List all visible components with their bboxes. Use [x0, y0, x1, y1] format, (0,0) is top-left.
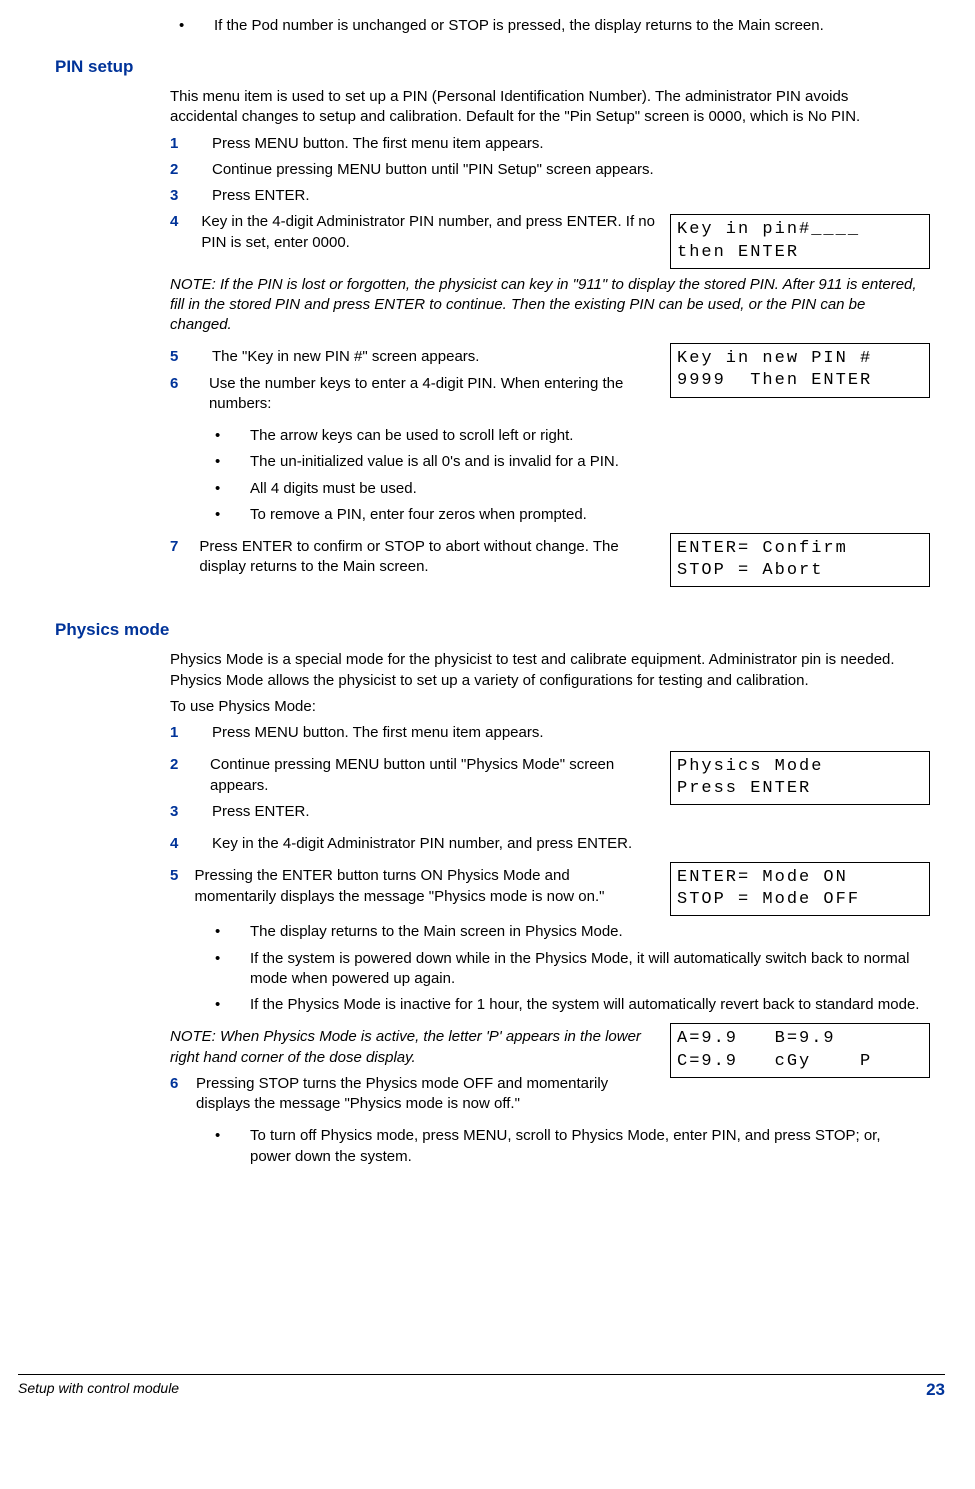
pin-setup-intro: This menu item is used to set up a PIN (…	[170, 87, 920, 128]
step-text: Press ENTER to confirm or STOP to abort …	[199, 537, 655, 578]
step-number: 6	[170, 374, 209, 415]
step-text: Use the number keys to enter a 4-digit P…	[209, 374, 655, 415]
bullet-text: The display returns to the Main screen i…	[250, 922, 920, 942]
step-number: 3	[170, 186, 212, 206]
physics-mode-intro2: To use Physics Mode:	[170, 697, 920, 717]
page-number: 23	[926, 1379, 945, 1402]
step-number: 2	[170, 755, 210, 796]
step-text: Press MENU button. The first menu item a…	[212, 134, 920, 154]
bullet-text: If the Physics Mode is inactive for 1 ho…	[250, 995, 920, 1015]
step-number: 2	[170, 160, 212, 180]
physics-mode-intro: Physics Mode is a special mode for the p…	[170, 650, 920, 691]
step-number: 5	[170, 866, 195, 907]
step-text: Press ENTER.	[212, 186, 920, 206]
step-number: 7	[170, 537, 199, 578]
footer-section: Setup with control module	[18, 1379, 179, 1402]
pin-setup-title: PIN setup	[55, 56, 920, 79]
step-text: Key in the 4-digit Administrator PIN num…	[212, 834, 920, 854]
step-number: 6	[170, 1074, 196, 1115]
step-text: Press MENU button. The first menu item a…	[212, 723, 920, 743]
bullet-text: To turn off Physics mode, press MENU, sc…	[250, 1126, 920, 1167]
top-bullet: If the Pod number is unchanged or STOP i…	[214, 16, 920, 36]
bullet-text: If the system is powered down while in t…	[250, 949, 920, 990]
step-text: Continue pressing MENU button until "Phy…	[210, 755, 655, 796]
note-text: NOTE: If the PIN is lost or forgotten, t…	[170, 275, 920, 336]
physics-mode-title: Physics mode	[55, 619, 920, 642]
step-text: Pressing the ENTER button turns ON Physi…	[195, 866, 656, 907]
bullet-text: All 4 digits must be used.	[250, 479, 920, 499]
bullet-text: The arrow keys can be used to scroll lef…	[250, 426, 920, 446]
step-text: Key in the 4-digit Administrator PIN num…	[201, 212, 655, 253]
note-text: NOTE: When Physics Mode is active, the l…	[170, 1027, 655, 1068]
step-number: 1	[170, 723, 212, 743]
lcd-display-new-pin: Key in new PIN # 9999 Then ENTER	[670, 343, 930, 397]
step-number: 1	[170, 134, 212, 154]
step-number: 5	[170, 347, 212, 367]
step-number: 4	[170, 212, 201, 253]
lcd-display-physics-mode: Physics Mode Press ENTER	[670, 751, 930, 805]
step-text: Continue pressing MENU button until "PIN…	[212, 160, 920, 180]
lcd-display-mode-on-off: ENTER= Mode ON STOP = Mode OFF	[670, 862, 930, 916]
lcd-display-pin-entry: Key in pin#____ then ENTER	[670, 214, 930, 268]
lcd-display-dose: A=9.9 B=9.9 C=9.9 cGy P	[670, 1023, 930, 1077]
lcd-display-confirm-abort: ENTER= Confirm STOP = Abort	[670, 533, 930, 587]
step-text: The "Key in new PIN #" screen appears.	[212, 347, 479, 367]
step-number: 3	[170, 802, 212, 822]
step-text: Press ENTER.	[212, 802, 310, 822]
bullet-text: To remove a PIN, enter four zeros when p…	[250, 505, 920, 525]
bullet-text: The un-initialized value is all 0's and …	[250, 452, 920, 472]
step-number: 4	[170, 834, 212, 854]
step-text: Pressing STOP turns the Physics mode OFF…	[196, 1074, 655, 1115]
